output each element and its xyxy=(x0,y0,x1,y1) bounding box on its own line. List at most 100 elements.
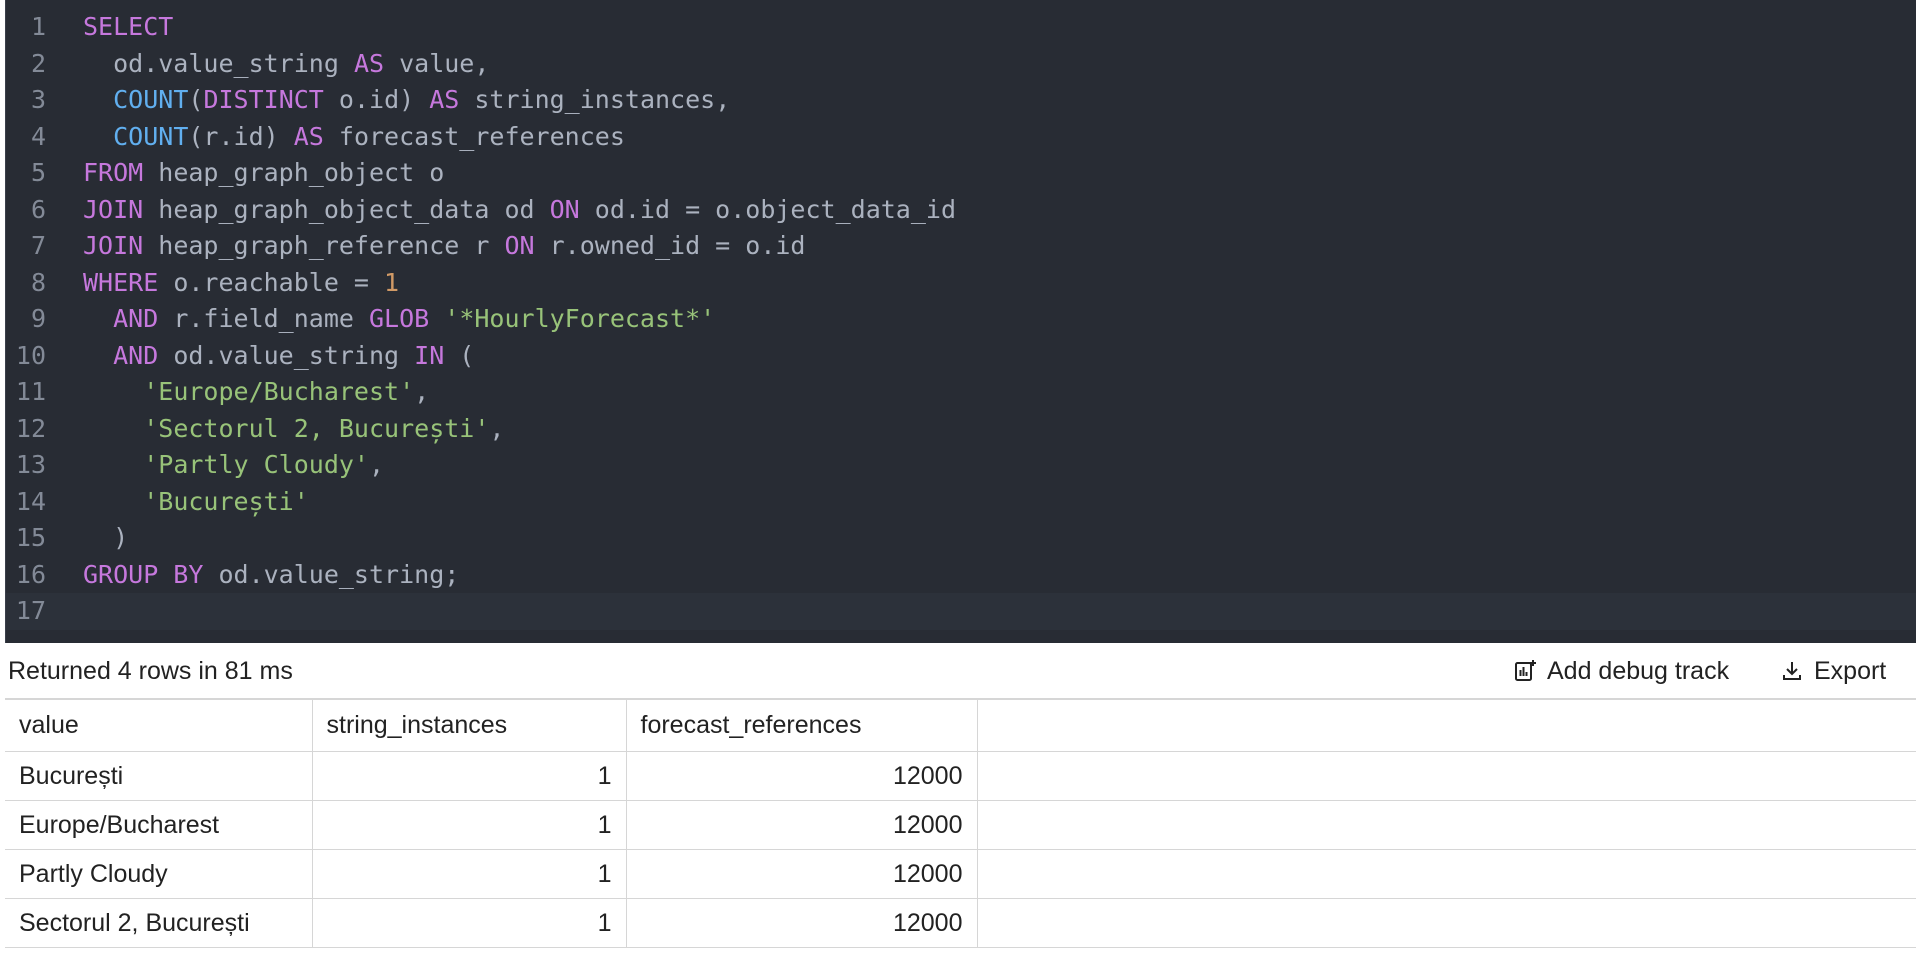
add-chart-icon xyxy=(1515,660,1536,681)
line-number: 8 xyxy=(30,267,46,297)
table-cell: Sectorul 2, București xyxy=(5,898,313,948)
code-token: AND xyxy=(113,304,159,333)
code-token: AS xyxy=(429,85,460,114)
column-header[interactable]: value xyxy=(5,699,313,752)
code-token: od.id = o.object_data_id xyxy=(579,194,957,224)
code-token: od.value_string; xyxy=(203,559,460,589)
code-line[interactable]: 5 FROM heap_graph_object o xyxy=(6,155,1916,192)
line-number: 12 xyxy=(15,413,46,443)
table-cell: 12000 xyxy=(625,800,978,850)
table-cell-filler xyxy=(976,849,1916,899)
code-text: 'Partly Cloudy', xyxy=(83,447,384,484)
code-line[interactable]: 1 SELECT xyxy=(6,9,1916,46)
table-cell: 1 xyxy=(311,849,627,899)
code-line[interactable]: 11 'Europe/Bucharest', xyxy=(6,374,1916,411)
sql-editor[interactable]: 1 SELECT 2 od.value_string AS value, 3 COUN… xyxy=(5,0,1916,643)
code-token: ( xyxy=(444,340,475,370)
code-line[interactable]: 8 WHERE o.reachable = 1 xyxy=(6,265,1916,302)
code-token: (r.id) xyxy=(188,121,294,151)
code-token: AS xyxy=(353,48,385,78)
code-token: COUNT xyxy=(113,121,189,151)
line-number: 15 xyxy=(15,523,46,552)
code-token: 1 xyxy=(384,267,400,297)
code-line[interactable]: 7 JOIN heap_graph_reference r ON r.owned_… xyxy=(6,228,1916,265)
code-line[interactable]: 2 od.value_string AS value, xyxy=(6,46,1916,83)
line-number: 16 xyxy=(15,559,46,589)
column-header[interactable]: string_instances xyxy=(311,699,627,752)
code-token: 'Partly Cloudy' xyxy=(143,450,369,479)
table-cell-filler xyxy=(976,800,1916,850)
table-row[interactable]: Partly Cloudy 1 12000 xyxy=(5,849,1916,899)
code-token: IN xyxy=(414,340,445,370)
line-number: 7 xyxy=(30,231,46,260)
code-text: 'Europe/Bucharest', xyxy=(83,374,429,411)
table-cell: 1 xyxy=(311,800,627,850)
code-token: WHERE xyxy=(83,267,159,297)
code-line[interactable]: 12 'Sectorul 2, București', xyxy=(6,411,1916,448)
table-cell: București xyxy=(5,751,313,801)
code-line[interactable]: 4 COUNT(r.id) AS forecast_references xyxy=(6,119,1916,156)
code-text: 'București' xyxy=(83,484,309,521)
code-line[interactable]: 10 AND od.value_string IN ( xyxy=(6,338,1916,375)
code-text: COUNT(r.id) AS forecast_references xyxy=(83,119,625,156)
code-line[interactable]: 3 COUNT(DISTINCT o.id) AS string_instanc… xyxy=(6,82,1916,119)
code-token: ON xyxy=(549,194,580,224)
code-token: SELECT xyxy=(83,12,174,41)
line-number: 4 xyxy=(30,121,46,151)
table-cell: 12000 xyxy=(625,751,978,801)
code-line[interactable]: 13 'Partly Cloudy', xyxy=(6,447,1916,484)
column-header[interactable]: forecast_references xyxy=(625,699,978,752)
code-text: FROM heap_graph_object o xyxy=(83,155,444,192)
code-text: SELECT xyxy=(83,9,173,46)
table-cell-filler xyxy=(976,898,1916,948)
table-cell: 12000 xyxy=(625,898,978,948)
code-token: od.value_string xyxy=(83,48,354,78)
code-text: JOIN heap_graph_reference r ON r.owned_i… xyxy=(83,228,806,265)
code-line[interactable]: 17 xyxy=(6,593,1916,630)
code-token: heap_graph_object o xyxy=(143,158,445,187)
code-token: JOIN xyxy=(83,231,144,260)
line-number: 2 xyxy=(30,48,46,78)
code-token: 'Sectorul 2, București' xyxy=(143,413,490,443)
code-token: COUNT xyxy=(113,85,189,114)
table-cell: 1 xyxy=(311,898,627,948)
code-token: o.id) xyxy=(323,85,430,114)
line-number: 5 xyxy=(30,158,46,187)
code-token: o.reachable = xyxy=(158,267,385,297)
code-line[interactable]: 15 ) xyxy=(6,520,1916,557)
line-number: 10 xyxy=(15,340,46,370)
code-token: heap_graph_reference r xyxy=(143,231,505,260)
table-row[interactable]: Sectorul 2, București 1 12000 xyxy=(5,898,1916,948)
line-number: 11 xyxy=(15,377,46,406)
table-row[interactable]: Europe/Bucharest 1 12000 xyxy=(5,800,1916,850)
table-row[interactable]: București 1 12000 xyxy=(5,751,1916,801)
table-cell: 1 xyxy=(311,751,627,801)
export-button[interactable]: Export xyxy=(1780,653,1886,689)
line-number: 17 xyxy=(15,596,46,625)
code-line[interactable]: 6 JOIN heap_graph_object_data od ON od.id… xyxy=(6,192,1916,229)
code-text: GROUP BY od.value_string; xyxy=(83,557,459,594)
code-line[interactable]: 9 AND r.field_name GLOB '*HourlyForecast… xyxy=(6,301,1916,338)
code-line[interactable]: 14 'București' xyxy=(6,484,1916,521)
code-token: , xyxy=(369,450,385,479)
code-token: 'Europe/Bucharest' xyxy=(143,377,415,406)
code-text: WHERE o.reachable = 1 xyxy=(83,265,399,302)
code-token: r.owned_id = o.id xyxy=(534,231,806,260)
code-token: DISTINCT xyxy=(203,85,324,114)
line-number: 3 xyxy=(30,85,46,114)
table-cell-filler xyxy=(976,751,1916,801)
add-debug-track-label: Add debug track xyxy=(1547,656,1730,685)
code-token: JOIN xyxy=(83,194,144,224)
add-debug-track-button[interactable]: Add debug track xyxy=(1513,653,1729,689)
code-line[interactable]: 16 GROUP BY od.value_string; xyxy=(6,557,1916,594)
table-cell: 12000 xyxy=(625,849,978,899)
code-token: value, xyxy=(384,48,490,78)
results-status-text: Returned 4 rows in 81 ms xyxy=(8,657,293,685)
line-number: 6 xyxy=(30,194,46,224)
code-token: AND xyxy=(113,340,159,370)
